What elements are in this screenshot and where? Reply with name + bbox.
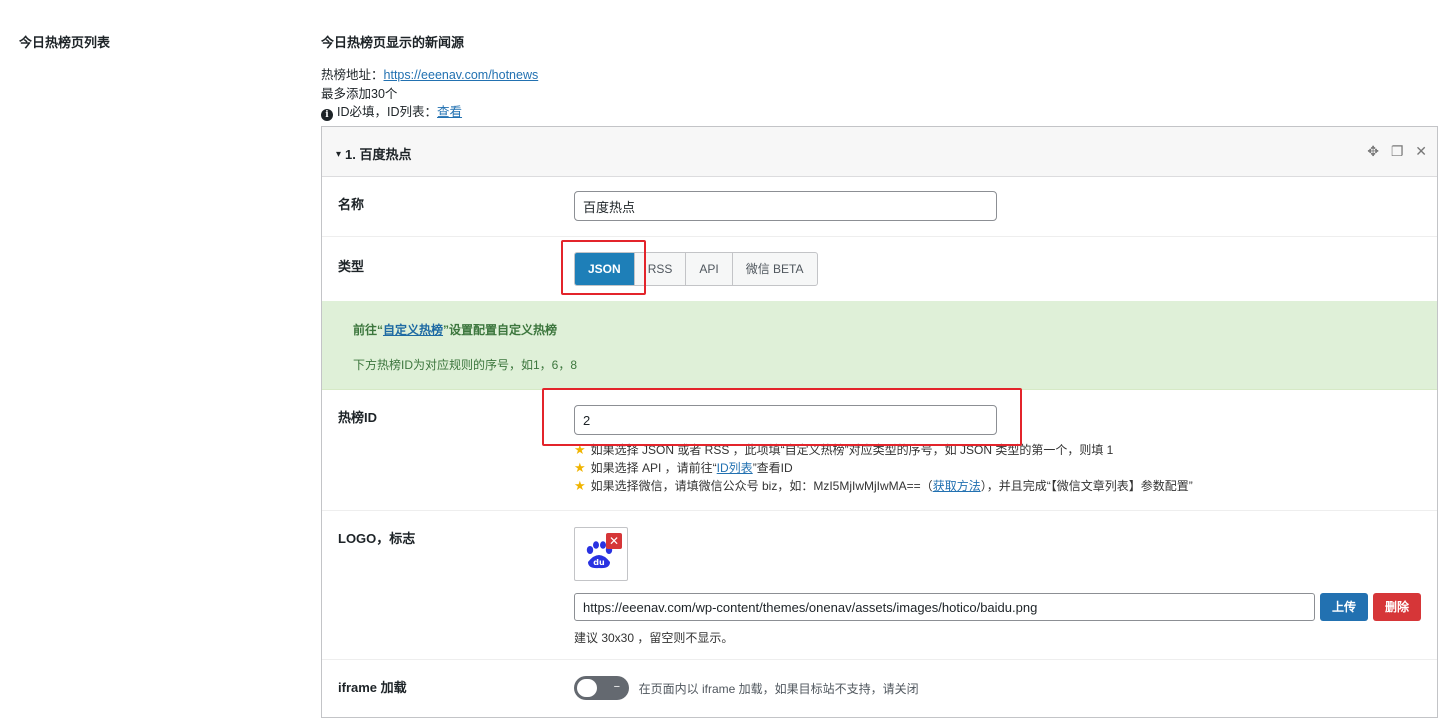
- logo-url-input[interactable]: [574, 593, 1315, 621]
- max-note: 最多添加30个: [321, 86, 398, 101]
- name-input[interactable]: [574, 191, 997, 221]
- type-option-api[interactable]: API: [685, 253, 731, 285]
- custom-hotlist-link[interactable]: 自定义热榜: [383, 323, 443, 337]
- group-title-text: 1. 百度热点: [345, 147, 412, 162]
- hotid-hints: ★ 如果选择 JSON 或者 RSS ，此项填“自定义热榜”对应类型的序号，如 J…: [574, 442, 1193, 493]
- iframe-label: iframe 加载: [338, 680, 407, 695]
- hotid-label: 热榜ID: [338, 410, 378, 425]
- type-label: 类型: [338, 259, 365, 274]
- star-icon: ★: [574, 478, 586, 493]
- hotid-row: 热榜ID ★ 如果选择 JSON 或者 RSS ，此项填“自定义热榜”对应类型的序…: [322, 390, 1437, 511]
- type-option-rss[interactable]: RSS: [633, 253, 686, 285]
- id-note: ID必填，ID列表：: [337, 105, 438, 119]
- iframe-toggle[interactable]: −: [574, 676, 629, 700]
- hint-json-rss: 如果选择 JSON 或者 RSS ，此项填“自定义热榜”对应类型的序号，如 JS…: [590, 443, 1114, 457]
- custom-hotlist-notice: 前往“自定义热榜”设置配置自定义热榜 下方热榜ID为对应规则的序号，如1，6，8: [322, 301, 1437, 390]
- field-description: 热榜地址：https://eeenav.com/hotnews 最多添加30个 …: [321, 66, 538, 122]
- chevron-down-icon[interactable]: ▾: [336, 149, 341, 160]
- type-option-json[interactable]: JSON: [575, 253, 634, 285]
- type-option-wechat[interactable]: 微信 BETA: [731, 253, 817, 285]
- notice-line-2: 下方热榜ID为对应规则的序号，如1，6，8: [353, 358, 578, 372]
- address-prefix: 热榜地址：: [321, 68, 384, 82]
- star-icon: ★: [574, 442, 586, 457]
- name-label: 名称: [338, 197, 365, 212]
- delete-button[interactable]: 删除: [1373, 593, 1421, 621]
- toggle-knob: [577, 679, 597, 697]
- toggle-off-icon: −: [613, 681, 620, 693]
- logo-preview: du ✕: [574, 527, 628, 581]
- iframe-row: iframe 加载 − 在页面内以 iframe 加载，如果目标站不支持，请关闭: [322, 660, 1437, 717]
- info-icon: i: [321, 109, 333, 121]
- api-id-list-link[interactable]: ID列表: [717, 461, 753, 475]
- close-icon[interactable]: ✕: [1415, 143, 1427, 159]
- remove-logo-icon[interactable]: ✕: [606, 533, 622, 549]
- type-row: 类型 JSON RSS API 微信 BETA: [322, 237, 1437, 302]
- iframe-description: 在页面内以 iframe 加载，如果目标站不支持，请关闭: [638, 681, 919, 696]
- hotnews-address-link[interactable]: https://eeenav.com/hotnews: [384, 68, 539, 82]
- field-title: 今日热榜页显示的新闻源: [321, 35, 465, 50]
- group-title[interactable]: ▾ 1. 百度热点: [336, 144, 412, 163]
- copy-icon[interactable]: ❐: [1391, 143, 1404, 159]
- logo-label: LOGO，标志: [338, 531, 416, 546]
- svg-text:du: du: [593, 558, 605, 567]
- name-row: 名称: [322, 177, 1437, 237]
- section-label: 今日热榜页列表: [19, 35, 111, 50]
- logo-note: 建议 30x30 ，留空则不显示。: [574, 631, 734, 645]
- type-button-group: JSON RSS API 微信 BETA: [574, 252, 818, 286]
- id-list-link[interactable]: 查看: [437, 105, 462, 119]
- move-icon[interactable]: ✥: [1367, 143, 1379, 159]
- logo-row: LOGO，标志 du ✕ 上传 删除: [322, 511, 1437, 660]
- get-method-link[interactable]: 获取方法: [933, 479, 981, 493]
- group-header[interactable]: ▾ 1. 百度热点 ✥ ❐ ✕: [322, 127, 1437, 177]
- hotid-input[interactable]: [574, 405, 997, 435]
- upload-button[interactable]: 上传: [1320, 593, 1368, 621]
- star-icon: ★: [574, 460, 586, 475]
- repeater-group: ▾ 1. 百度热点 ✥ ❐ ✕ 名称 类型 JSON RSS API: [321, 126, 1438, 718]
- group-tools: ✥ ❐ ✕: [1359, 143, 1427, 160]
- notice-line-1: 前往“自定义热榜”设置配置自定义热榜: [353, 323, 558, 337]
